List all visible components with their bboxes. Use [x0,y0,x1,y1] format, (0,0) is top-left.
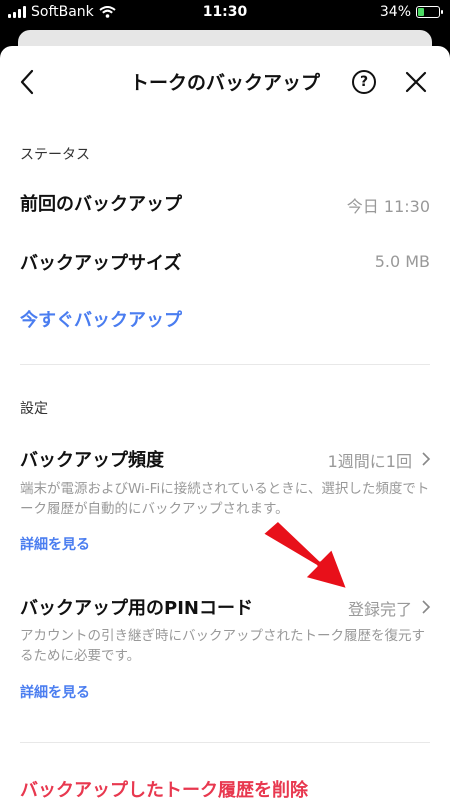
page-title: トークのバックアップ [129,72,320,94]
backup-frequency-description: 端末が電源およびWi-Fiに接続されているときに、選択した頻度でトーク履歴が自動… [20,481,430,517]
backup-frequency-value[interactable]: 1週間に1回 [328,448,412,472]
settings-section-label: 設定 [20,401,48,417]
battery-icon [416,6,443,18]
battery-percent: 34% [379,4,411,20]
status-section-label: ステータス [20,147,90,163]
last-backup-value: 今日 11:30 [346,197,430,216]
last-backup-label: 前回のバックアップ [20,194,182,215]
backup-sheet: トークのバックアップ ? ステータス 前回のバックアップ 今日 11:30 バッ… [0,46,450,800]
close-icon[interactable] [404,70,428,94]
status-bar: SoftBank 11:30 34% [0,0,450,26]
chevron-right-icon[interactable] [421,451,431,467]
pin-code-value[interactable]: 登録完了 [348,596,412,620]
nav-bar: トークのバックアップ ? [0,46,450,116]
status-bar-right: 34% [379,4,443,20]
delete-backup-button[interactable]: バックアップしたトーク履歴を削除 [20,776,308,800]
backup-size-label: バックアップサイズ [20,253,182,274]
red-arrow-icon [260,518,350,592]
pin-code-description: アカウントの引き継ぎ時にバックアップされたトーク履歴を復元するために必要です。 [20,628,425,664]
section-divider [20,742,430,743]
backup-size-value: 5.0 MB [374,252,430,271]
pin-code-label[interactable]: バックアップ用のPINコード [20,594,253,620]
backup-frequency-label[interactable]: バックアップ頻度 [20,446,164,472]
pin-details-link[interactable]: 詳細を見る [20,682,90,702]
help-icon[interactable]: ? [352,70,376,94]
section-divider [20,364,430,365]
battery-level [418,8,425,16]
chevron-right-icon[interactable] [421,599,431,615]
backup-now-button[interactable]: 今すぐバックアップ [20,306,182,332]
frequency-details-link[interactable]: 詳細を見る [20,534,90,554]
